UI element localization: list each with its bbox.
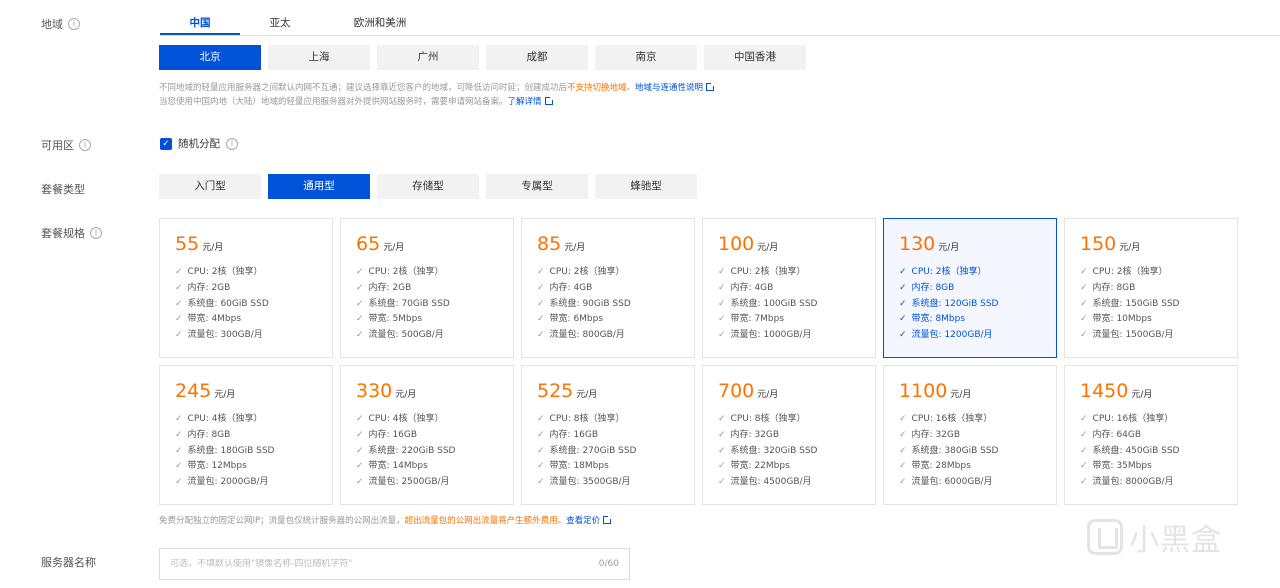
pricing-link[interactable]: 查看定价 (566, 516, 600, 526)
plan-price: 150 (1080, 233, 1117, 255)
plan-price: 65 (356, 233, 381, 255)
region-label: 地域 i (41, 16, 80, 32)
price-unit: 元/月 (950, 390, 972, 400)
type-general[interactable]: 通用型 (268, 174, 370, 199)
external-link-icon[interactable] (706, 82, 716, 91)
type-fengchi[interactable]: 蜂驰型 (595, 174, 697, 199)
package-type-label: 套餐类型 (41, 183, 85, 196)
plan-card[interactable]: 1450 元/月 ✓ CPU: 16核（独享） ✓ 内存: 64GB ✓ 系统盘: 45… (1064, 365, 1238, 505)
plan-price: 85 (537, 233, 562, 255)
plan-card[interactable]: 1100 元/月 ✓ CPU: 16核（独享） ✓ 内存: 32GB ✓ 系统盘: 38… (883, 365, 1057, 505)
region-tabs: 中国 亚太 欧洲和美洲 (160, 10, 1280, 36)
region-connectivity-link[interactable]: 地域与连通性说明 (635, 83, 703, 93)
tab-china[interactable]: 中国 (160, 10, 240, 35)
heybox-logo-icon (1087, 519, 1123, 555)
plan-price: 55 (175, 233, 200, 255)
price-unit: 元/月 (564, 243, 586, 253)
tab-asia-pacific[interactable]: 亚太 (240, 10, 320, 35)
package-type-selector: 入门型 通用型 存储型 专属型 蜂驰型 (159, 174, 697, 199)
city-hongkong[interactable]: 中国香港 (704, 45, 806, 70)
plan-card[interactable]: 330 元/月 ✓ CPU: 4核（独享） ✓ 内存: 16GB ✓ 系统盘: 220G… (340, 365, 514, 505)
info-icon[interactable]: i (68, 18, 80, 30)
price-unit: 元/月 (1119, 243, 1141, 253)
zone-label: 可用区 i (41, 137, 91, 153)
info-icon[interactable]: i (79, 139, 91, 151)
filing-details-link[interactable]: 了解详情 (508, 97, 542, 107)
price-unit: 元/月 (383, 243, 405, 253)
city-selector: 北京 上海 广州 成都 南京 中国香港 (159, 45, 806, 70)
city-guangzhou[interactable]: 广州 (377, 45, 479, 70)
random-zone-checkbox[interactable]: ✓ 随机分配 i (160, 136, 238, 151)
plan-price: 100 (718, 233, 755, 255)
external-link-icon[interactable] (603, 515, 613, 524)
server-name-input[interactable] (170, 559, 570, 569)
plan-card[interactable]: 700 元/月 ✓ CPU: 8核（独享） ✓ 内存: 32GB ✓ 系统盘: 320G… (702, 365, 876, 505)
plan-price: 330 (356, 380, 393, 402)
price-unit: 元/月 (576, 390, 598, 400)
checkmark-icon[interactable]: ✓ (160, 137, 172, 150)
traffic-warning: 超出流量包的公网出流量将产生额外费用。 (404, 516, 567, 526)
info-icon[interactable]: i (226, 137, 238, 150)
plan-card[interactable]: 100 元/月 ✓ CPU: 2核（独享） ✓ 内存: 4GB ✓ 系统盘: 100Gi… (702, 218, 876, 358)
plan-card[interactable]: 65 元/月 ✓ CPU: 2核（独享） ✓ 内存: 2GB ✓ 系统盘: 70GiB … (340, 218, 514, 358)
price-unit: 元/月 (395, 390, 417, 400)
info-icon[interactable]: i (90, 227, 102, 239)
type-storage[interactable]: 存储型 (377, 174, 479, 199)
plan-price: 700 (718, 380, 755, 402)
plan-price: 1100 (899, 380, 948, 402)
plan-price: 525 (537, 380, 574, 402)
price-unit: 元/月 (757, 390, 779, 400)
plan-card[interactable]: 150 元/月 ✓ CPU: 2核（独享） ✓ 内存: 8GB ✓ 系统盘: 150Gi… (1064, 218, 1238, 358)
plan-card-selected[interactable]: 130 元/月 ✓ CPU: 2核（独享） ✓ 内存: 8GB ✓ 系统盘: 120Gi… (883, 218, 1057, 358)
price-unit: 元/月 (1131, 390, 1153, 400)
city-nanjing[interactable]: 南京 (595, 45, 697, 70)
type-entry[interactable]: 入门型 (159, 174, 261, 199)
plan-price: 1450 (1080, 380, 1129, 402)
price-unit: 元/月 (938, 243, 960, 253)
plan-price: 245 (175, 380, 212, 402)
region-note: 不同地域的轻量应用服务器之间默认内网不互通；建议选择靠近您客户的地域，可降低访问… (159, 81, 716, 109)
tab-europe-america[interactable]: 欧洲和美洲 (320, 10, 440, 35)
plan-card[interactable]: 85 元/月 ✓ CPU: 2核（独享） ✓ 内存: 4GB ✓ 系统盘: 90GiB … (521, 218, 695, 358)
plan-card[interactable]: 245 元/月 ✓ CPU: 4核（独享） ✓ 内存: 8GB ✓ 系统盘: 180Gi… (159, 365, 333, 505)
char-counter: 0/60 (598, 559, 619, 569)
price-unit: 元/月 (757, 243, 779, 253)
watermark: 小黑盒 (1087, 515, 1222, 559)
region-warning: 不支持切换地域 (567, 83, 627, 93)
city-shanghai[interactable]: 上海 (268, 45, 370, 70)
external-link-icon[interactable] (544, 96, 554, 105)
type-dedicated[interactable]: 专属型 (486, 174, 588, 199)
plan-card[interactable]: 525 元/月 ✓ CPU: 8核（独享） ✓ 内存: 16GB ✓ 系统盘: 270G… (521, 365, 695, 505)
city-chengdu[interactable]: 成都 (486, 45, 588, 70)
city-beijing[interactable]: 北京 (159, 45, 261, 70)
plan-note: 免费分配独立的固定公网IP；流量包仅统计服务器的公网出流量，超出流量包的公网出流… (159, 514, 613, 528)
plan-card[interactable]: 55 元/月 ✓ CPU: 2核（独享） ✓ 内存: 2GB ✓ 系统盘: 60GiB … (159, 218, 333, 358)
server-name-field[interactable]: 0/60 (159, 548, 630, 580)
price-unit: 元/月 (202, 243, 224, 253)
server-name-label: 服务器名称 (41, 556, 96, 569)
plan-price: 130 (899, 233, 936, 255)
plan-grid: 55 元/月 ✓ CPU: 2核（独享） ✓ 内存: 2GB ✓ 系统盘: 60GiB … (159, 218, 1238, 505)
price-unit: 元/月 (214, 390, 236, 400)
package-spec-label: 套餐规格 i (41, 225, 102, 241)
